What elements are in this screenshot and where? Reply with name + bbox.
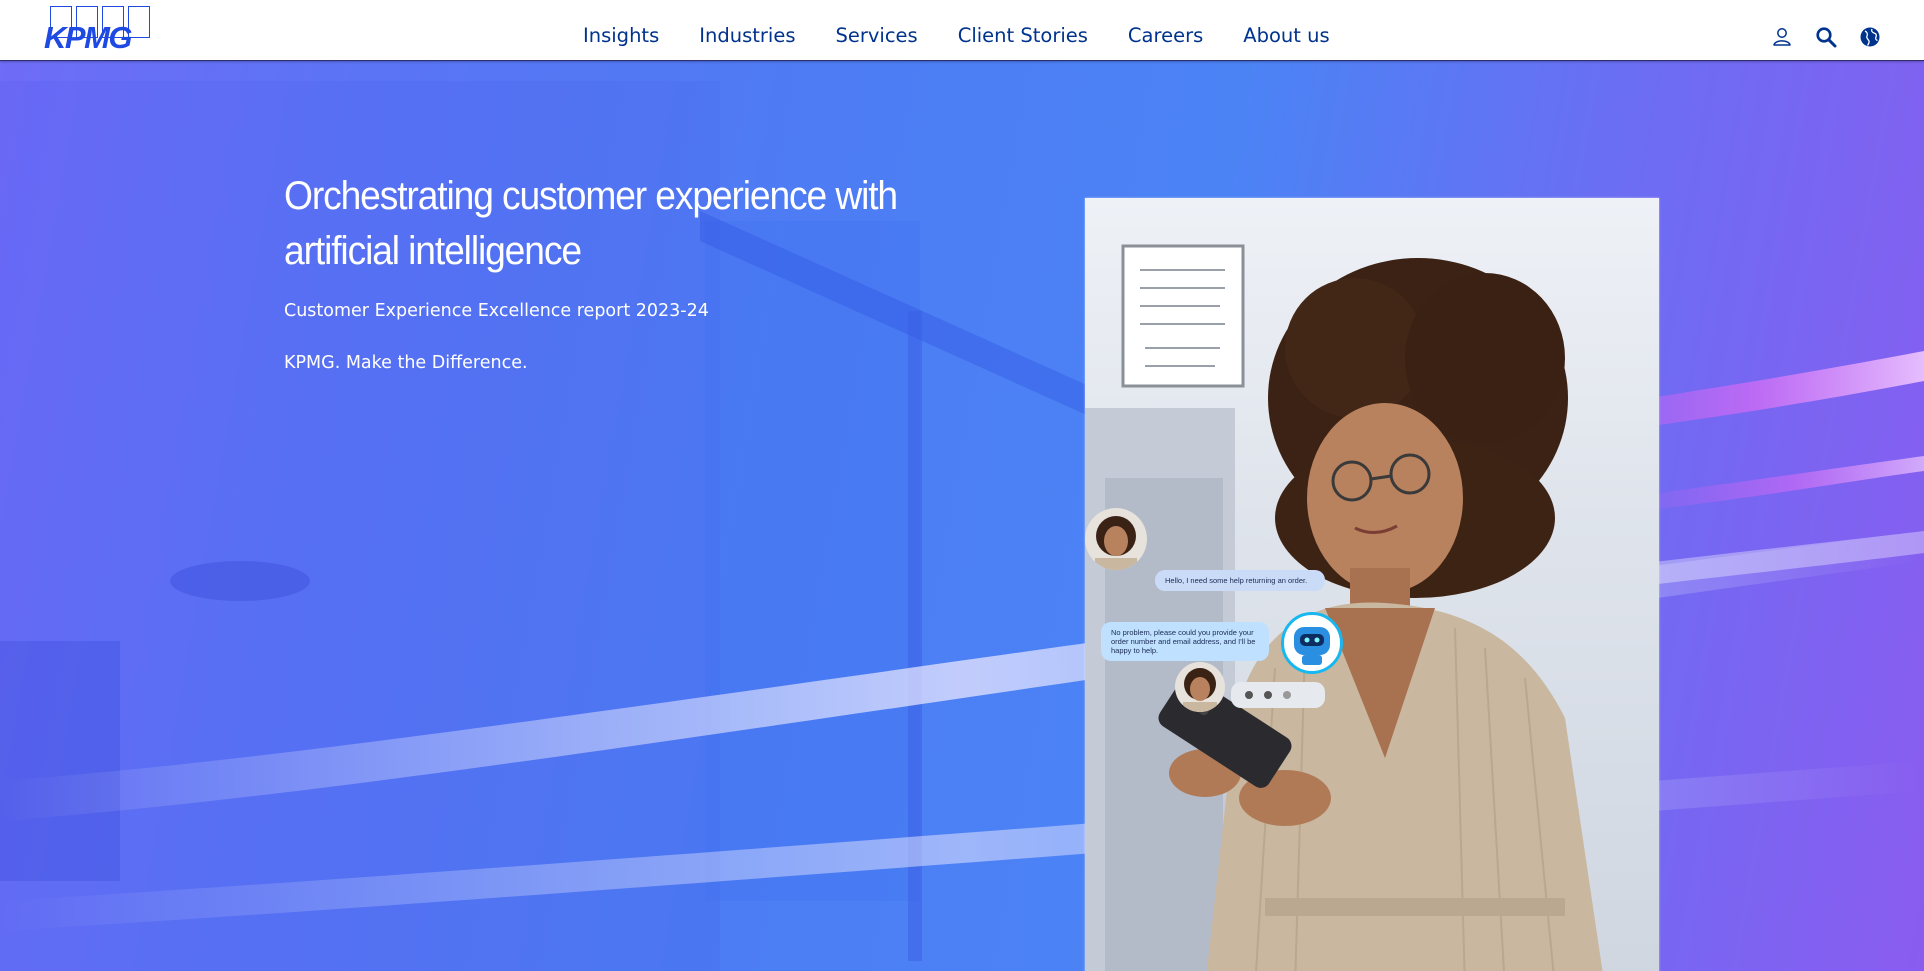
utility-icons — [1749, 26, 1881, 48]
nav-client-stories[interactable]: Client Stories — [958, 24, 1088, 47]
nav-services[interactable]: Services — [835, 24, 917, 47]
hero-photo: Hello, I need some help returning an ord… — [1085, 198, 1659, 971]
hero-title[interactable]: Orchestrating customer experience with a… — [284, 169, 926, 279]
user-avatar — [1085, 508, 1147, 570]
main-nav: Insights Industries Services Client Stor… — [583, 24, 1330, 47]
bot-chat-bubble: No problem, please could you provide you… — [1101, 622, 1269, 661]
nav-about-us[interactable]: About us — [1243, 24, 1329, 47]
hero-tagline: KPMG. Make the Difference. — [284, 353, 528, 373]
user-chat-bubble: Hello, I need some help returning an ord… — [1155, 570, 1325, 591]
nav-careers[interactable]: Careers — [1128, 24, 1203, 47]
globe-icon[interactable] — [1859, 26, 1881, 48]
user-avatar-small — [1175, 662, 1225, 712]
nav-insights[interactable]: Insights — [583, 24, 659, 47]
typing-indicator — [1231, 682, 1325, 708]
user-icon[interactable] — [1771, 26, 1793, 48]
hero-subtitle: Customer Experience Excellence report 20… — [284, 301, 709, 321]
hero-banner: Orchestrating customer experience with a… — [0, 61, 1924, 971]
kpmg-logo-text: KPMG — [44, 20, 133, 55]
hero-text-block: Orchestrating customer experience with a… — [284, 169, 924, 373]
kpmg-logo[interactable]: KPMG — [44, 6, 152, 54]
search-icon[interactable] — [1815, 26, 1837, 48]
nav-industries[interactable]: Industries — [699, 24, 795, 47]
chatbot-avatar — [1281, 612, 1343, 674]
site-header: KPMG Insights Industries Services Client… — [0, 0, 1924, 61]
